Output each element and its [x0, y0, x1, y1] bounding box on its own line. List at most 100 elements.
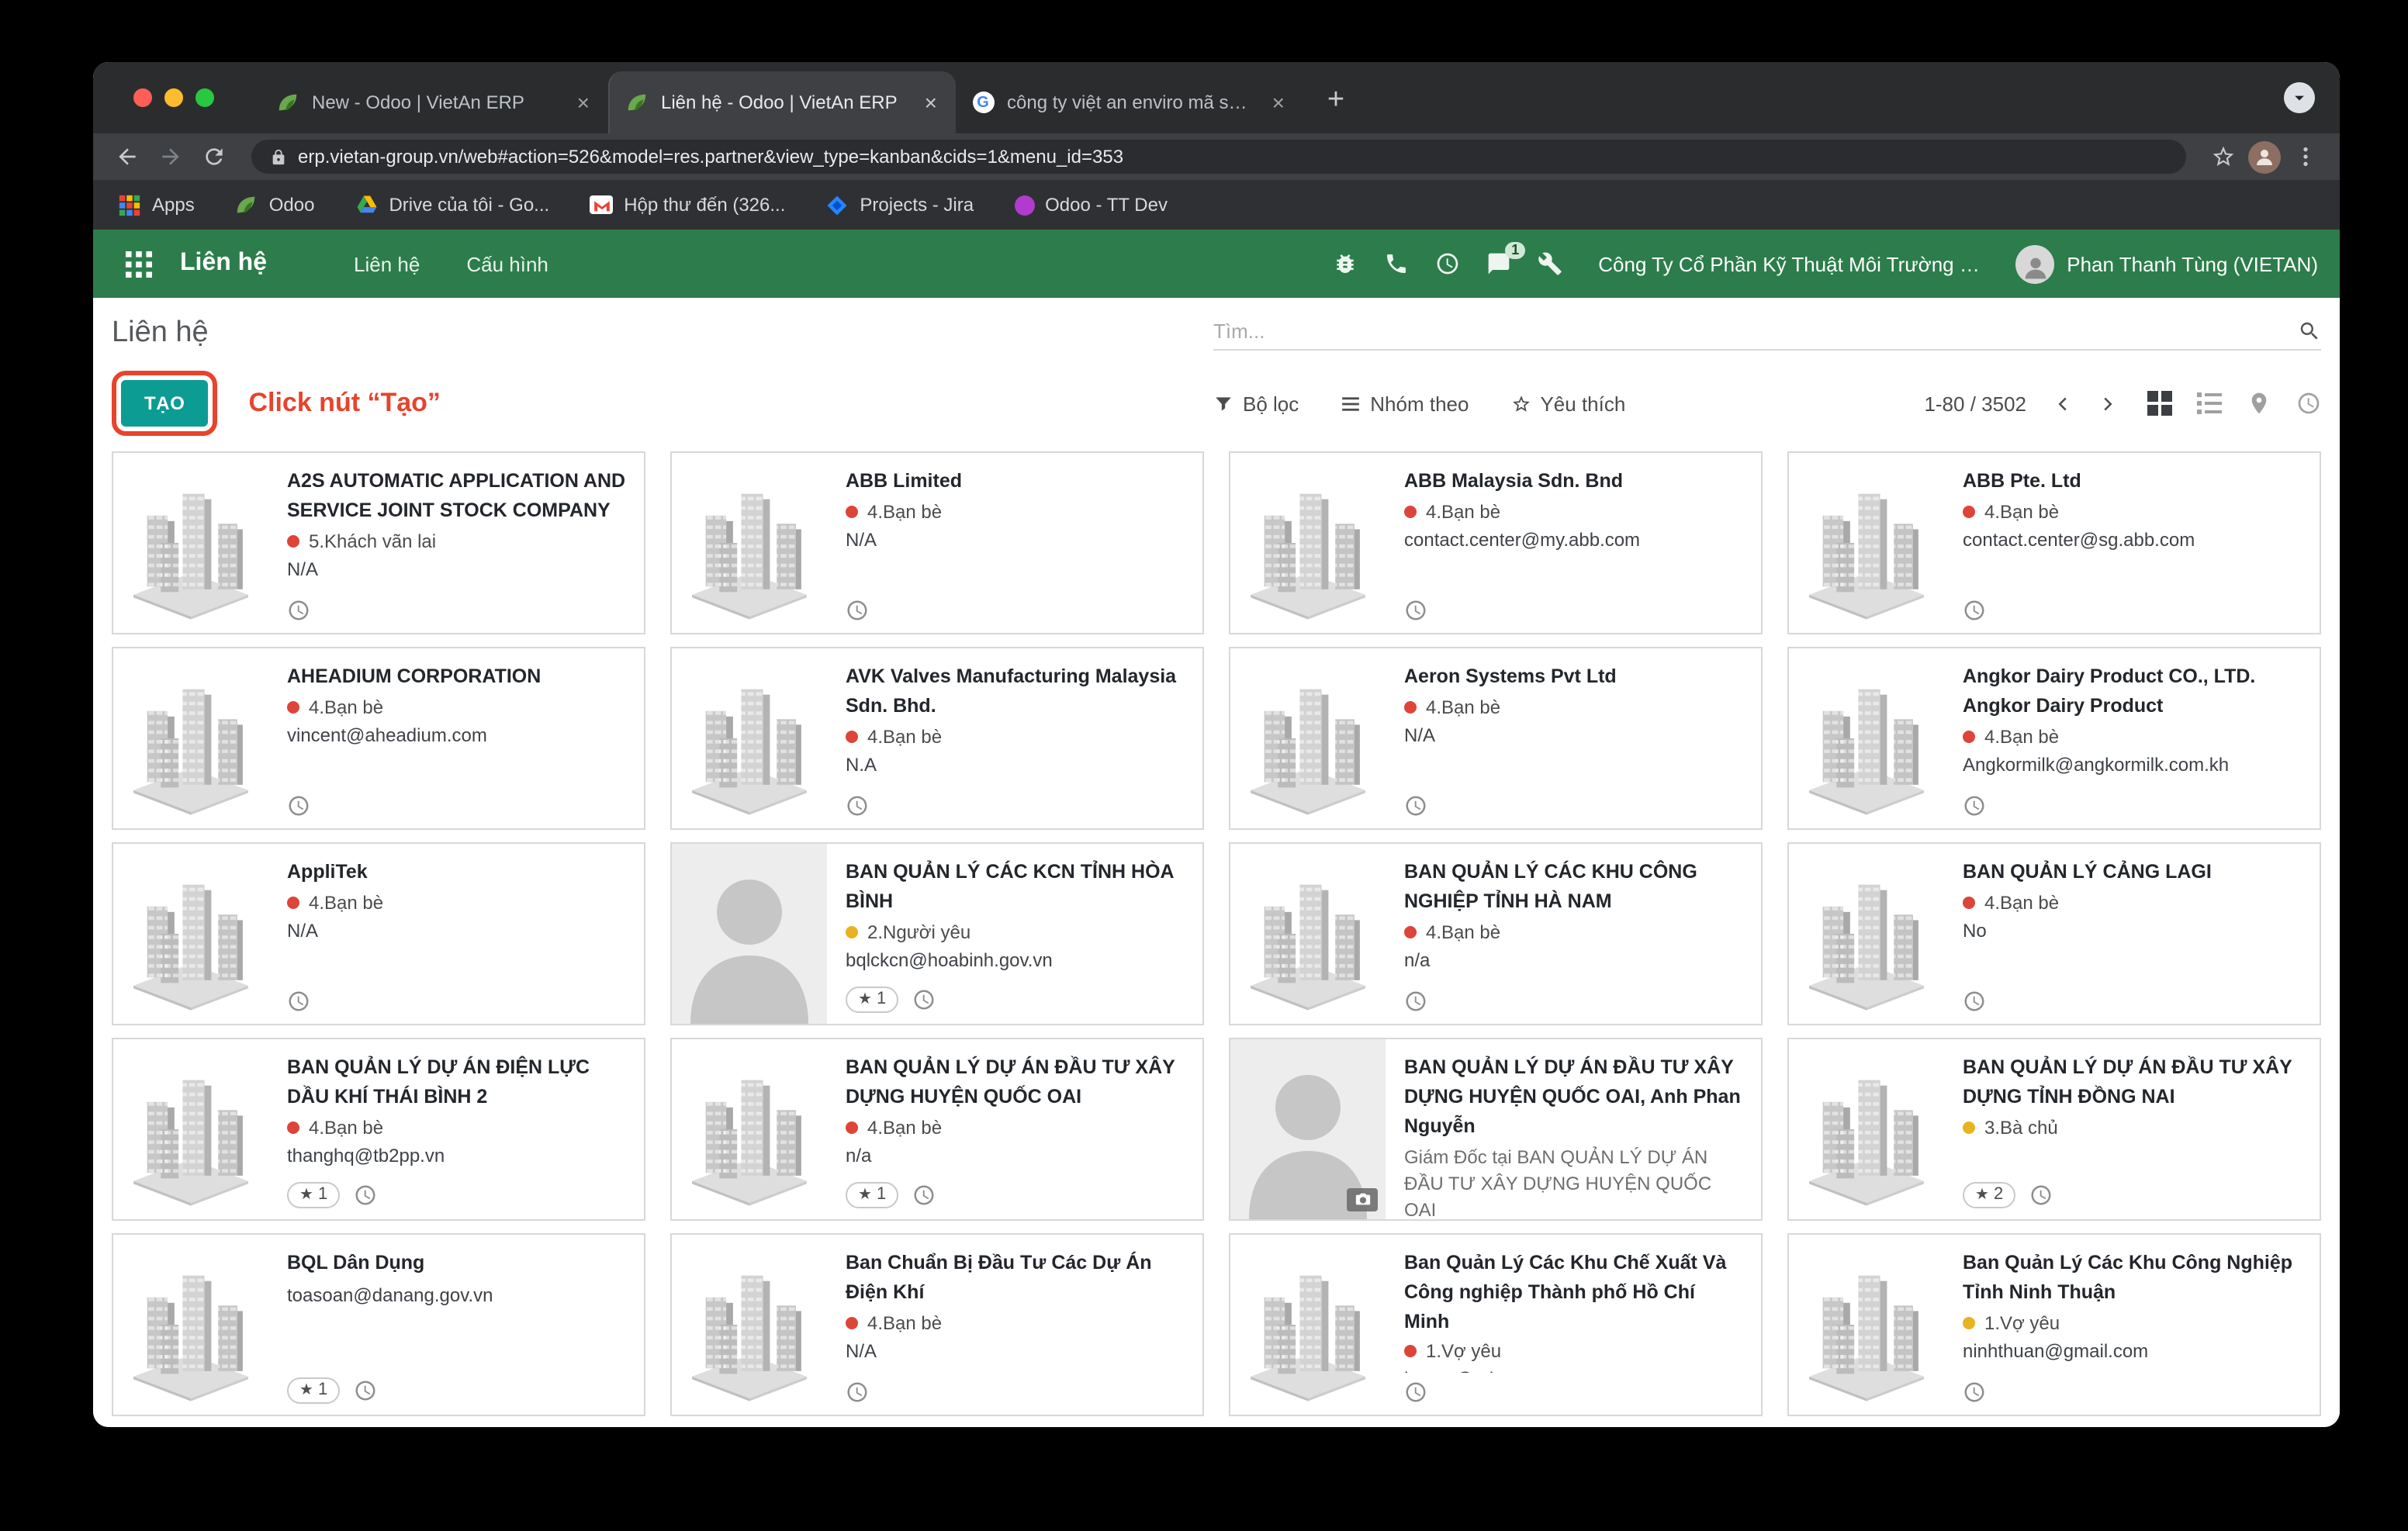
menu-cau-hinh[interactable]: Cấu hình	[466, 252, 548, 275]
create-button[interactable]: TẠO	[121, 380, 208, 427]
schedule-activity-icon[interactable]	[1404, 794, 1427, 817]
bookmark-drive[interactable]: Drive của tôi - Go...	[355, 193, 549, 216]
schedule-activity-icon[interactable]	[912, 1184, 936, 1207]
close-tab-icon[interactable]: ×	[1269, 90, 1288, 115]
schedule-activity-icon[interactable]	[287, 794, 310, 817]
contact-card[interactable]: ABB Malaysia Sdn. Bnd 4.Bạn bè contact.c…	[1229, 451, 1763, 634]
schedule-activity-icon[interactable]	[1963, 599, 1986, 622]
list-view-button[interactable]	[2197, 391, 2222, 416]
schedule-activity-icon[interactable]	[354, 1184, 377, 1207]
contact-tag: 4.Bạn bè	[846, 725, 1187, 747]
contact-tag: 4.Bạn bè	[846, 1116, 1187, 1138]
macos-minimize-button[interactable]	[164, 88, 183, 107]
macos-zoom-button[interactable]	[195, 88, 214, 107]
bookmark-odoo[interactable]: Odoo	[235, 193, 315, 216]
debug-bug-button[interactable]	[1333, 251, 1358, 276]
groupby-button[interactable]: Nhóm theo	[1341, 392, 1469, 415]
activities-button[interactable]	[1435, 251, 1460, 276]
contact-card[interactable]: ABB Pte. Ltd 4.Bạn bè contact.center@sg.…	[1787, 451, 2321, 634]
contact-card[interactable]: BAN QUẢN LÝ DỰ ÁN ĐẦU TƯ XÂY DỰNG TỈNH Đ…	[1787, 1038, 2321, 1221]
macos-close-button[interactable]	[133, 88, 152, 107]
contact-card[interactable]: AVK Valves Manufacturing Malaysia Sdn. B…	[670, 647, 1204, 830]
search-input[interactable]	[1213, 320, 2298, 343]
new-tab-button[interactable]: +	[1313, 78, 1359, 124]
contact-card-footer	[287, 591, 628, 622]
bookmark-jira[interactable]: Projects - Jira	[825, 193, 974, 216]
pager-next-icon[interactable]	[2096, 392, 2119, 415]
schedule-activity-icon[interactable]	[1963, 794, 1986, 817]
schedule-activity-icon[interactable]	[1404, 1381, 1427, 1404]
contact-card[interactable]: AppliTek 4.Bạn bè N/A	[112, 842, 645, 1025]
schedule-activity-icon[interactable]	[1963, 1381, 1986, 1404]
contact-card[interactable]: BAN QUẢN LÝ CÁC KHU CÔNG NGHIỆP TỈNH HÀ …	[1229, 842, 1763, 1025]
close-tab-icon[interactable]: ×	[922, 90, 940, 115]
contact-card[interactable]: BAN QUẢN LÝ DỰ ÁN ĐIỆN LỰC DẦU KHÍ THÁI …	[112, 1038, 645, 1221]
priority-badge[interactable]: ★ 1	[287, 1377, 340, 1404]
filters-button[interactable]: Bộ lọc	[1213, 392, 1299, 415]
favorites-button[interactable]: Yêu thích	[1510, 392, 1625, 415]
browser-menu-button[interactable]	[2287, 138, 2324, 175]
map-view-button[interactable]	[2247, 391, 2271, 416]
contact-card[interactable]: BAN QUẢN LÝ CÁC KCN TỈNH HÒA BÌNH 2.Ngườ…	[670, 842, 1204, 1025]
search-icon[interactable]	[2298, 320, 2321, 343]
schedule-activity-icon[interactable]	[846, 599, 869, 622]
contact-card[interactable]: ABB Limited 4.Bạn bè N/A	[670, 451, 1204, 634]
contact-card[interactable]: Aeron Systems Pvt Ltd 4.Bạn bè N/A	[1229, 647, 1763, 830]
schedule-activity-icon[interactable]	[354, 1379, 377, 1402]
bookmark-gmail[interactable]: Hộp thư đến (326...	[590, 194, 785, 216]
bookmark-star-icon[interactable]	[2205, 138, 2242, 175]
schedule-activity-icon[interactable]	[287, 599, 310, 622]
refresh-button[interactable]	[195, 138, 233, 175]
menu-lien-he[interactable]: Liên hệ	[354, 252, 420, 275]
pager-previous-icon[interactable]	[2051, 392, 2074, 415]
contact-card[interactable]: BQL Dân Dụng toasoan@danang.gov.vn ★ 1	[112, 1233, 645, 1416]
schedule-activity-icon[interactable]	[1404, 990, 1427, 1013]
contact-card[interactable]: Ban Quản Lý Các Khu Chế Xuất Và Công ngh…	[1229, 1233, 1763, 1416]
browser-profile-avatar[interactable]	[2248, 140, 2281, 173]
bookmark-odoo-tt-dev[interactable]: Odoo - TT Dev	[1014, 194, 1168, 216]
contact-card[interactable]: Ban Chuẩn Bị Đầu Tư Các Dự Án Điện Khí 4…	[670, 1233, 1204, 1416]
browser-tab-lien-he[interactable]: Liên hệ - Odoo | VietAn ERP ×	[608, 71, 956, 133]
contact-card[interactable]: Angkor Dairy Product CO., LTD. Angkor Da…	[1787, 647, 2321, 830]
priority-badge[interactable]: ★ 1	[846, 1182, 898, 1208]
activity-view-button[interactable]	[2296, 391, 2321, 416]
apps-menu-button[interactable]	[115, 240, 161, 287]
contact-card[interactable]: Ban Quản Lý Các Khu Công Nghiệp Tỉnh Nin…	[1787, 1233, 2321, 1416]
phone-button[interactable]	[1384, 251, 1409, 276]
contact-card[interactable]: AHEADIUM CORPORATION 4.Bạn bè vincent@ah…	[112, 647, 645, 830]
schedule-activity-icon[interactable]	[912, 988, 936, 1011]
schedule-activity-icon[interactable]	[1963, 990, 1986, 1013]
forward-button[interactable]	[152, 138, 189, 175]
contact-name: BAN QUẢN LÝ DỰ ÁN ĐẦU TƯ XÂY DỰNG TỈNH Đ…	[1963, 1053, 2304, 1111]
search-bar[interactable]	[1213, 320, 2321, 351]
messages-button[interactable]: 1	[1486, 251, 1511, 276]
company-switcher[interactable]: Công Ty Cổ Phần Kỹ Thuật Môi Trường Vi..…	[1598, 252, 1989, 275]
browser-tab-new-odoo[interactable]: New - Odoo | VietAn ERP ×	[261, 71, 608, 133]
kanban-view-button[interactable]	[2147, 391, 2172, 416]
contact-card[interactable]: BAN QUẢN LÝ DỰ ÁN ĐẦU TƯ XÂY DỰNG HUYỆN …	[1229, 1038, 1763, 1221]
contact-tag: 1.Vợ yêu	[1404, 1341, 1745, 1363]
contact-card[interactable]: BAN QUẢN LÝ CẢNG LAGI 4.Bạn bè No	[1787, 842, 2321, 1025]
tab-search-button[interactable]	[2284, 82, 2315, 113]
back-button[interactable]	[109, 138, 146, 175]
user-menu[interactable]: Phan Thanh Tùng (VIETAN)	[2015, 244, 2318, 283]
bookmark-apps[interactable]: Apps	[118, 193, 195, 216]
contact-card[interactable]: BAN QUẢN LÝ DỰ ÁN ĐẦU TƯ XÂY DỰNG HUYỆN …	[670, 1038, 1204, 1221]
browser-tab-search[interactable]: G công ty việt an enviro mã số th ×	[956, 71, 1303, 133]
schedule-activity-icon[interactable]	[2029, 1184, 2053, 1207]
contact-email: N/A	[287, 918, 628, 945]
close-tab-icon[interactable]: ×	[574, 90, 593, 115]
schedule-activity-icon[interactable]	[287, 990, 310, 1013]
tag-dot-icon	[846, 730, 858, 742]
priority-badge[interactable]: ★ 1	[287, 1182, 340, 1208]
priority-badge[interactable]: ★ 1	[846, 987, 898, 1013]
priority-badge[interactable]: ★ 2	[1963, 1182, 2015, 1208]
schedule-activity-icon[interactable]	[846, 1381, 869, 1404]
developer-tools-button[interactable]	[1538, 251, 1562, 276]
schedule-activity-icon[interactable]	[1404, 599, 1427, 622]
jira-icon	[825, 193, 849, 216]
contact-card[interactable]: A2S AUTOMATIC APPLICATION AND SERVICE JO…	[112, 451, 645, 634]
schedule-activity-icon[interactable]	[846, 794, 869, 817]
address-bar[interactable]: erp.vietan-group.vn/web#action=526&model…	[251, 140, 2186, 174]
contact-email: Angkormilk@angkormilk.com.kh	[1963, 752, 2304, 779]
